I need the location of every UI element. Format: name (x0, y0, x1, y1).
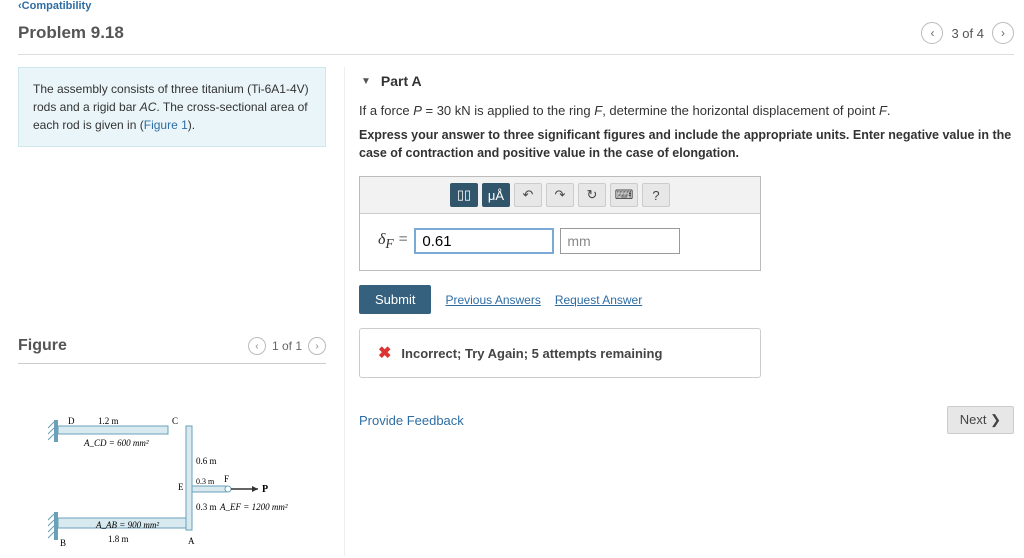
intro-text3: ). (188, 118, 195, 132)
answer-toolbar: ▯▯ μÅ ↶ ↷ ↻ ⌨ ? (360, 177, 760, 214)
request-answer-link[interactable]: Request Answer (555, 293, 642, 307)
figure-next-button[interactable]: › (308, 337, 326, 355)
svg-text:1.2 m: 1.2 m (98, 416, 119, 426)
svg-text:A_AB = 900 mm²: A_AB = 900 mm² (95, 520, 159, 530)
caret-down-icon: ▼ (361, 76, 371, 87)
feedback-text: Incorrect; Try Again; 5 attempts remaini… (401, 346, 662, 361)
svg-text:A: A (188, 536, 195, 546)
answer-instructions: Express your answer to three significant… (359, 126, 1014, 162)
feedback-message: ✖ Incorrect; Try Again; 5 attempts remai… (359, 328, 761, 378)
question-text: If a force P = 30 kN is applied to the r… (359, 103, 1014, 118)
part-a-header[interactable]: ▼ Part A (359, 67, 1014, 101)
prev-problem-button[interactable]: ‹ (921, 22, 943, 44)
template-icon[interactable]: ▯▯ (450, 183, 478, 207)
figure-diagram: D C B A E F P 1.2 m A_CD = 600 mm² 0.6 m… (18, 416, 326, 556)
problem-title: Problem 9.18 (18, 23, 124, 43)
figure-prev-button[interactable]: ‹ (248, 337, 266, 355)
keyboard-icon[interactable]: ⌨ (610, 183, 638, 207)
svg-text:1.8 m: 1.8 m (108, 534, 129, 544)
intro-bar: AC (140, 100, 157, 114)
svg-text:0.6 m: 0.6 m (196, 456, 217, 466)
svg-text:F: F (224, 474, 229, 484)
svg-text:D: D (68, 416, 75, 426)
help-icon[interactable]: ? (642, 183, 670, 207)
next-problem-button[interactable]: › (992, 22, 1014, 44)
part-a-label: Part A (381, 73, 422, 89)
svg-text:A_CD = 600 mm²: A_CD = 600 mm² (83, 438, 149, 448)
svg-text:0.3 m: 0.3 m (196, 477, 215, 486)
next-button[interactable]: Next ❯ (947, 406, 1014, 434)
undo-icon[interactable]: ↶ (514, 183, 542, 207)
svg-text:0.3 m: 0.3 m (196, 502, 217, 512)
previous-answers-link[interactable]: Previous Answers (445, 293, 540, 307)
figure-heading: Figure (18, 337, 67, 355)
breadcrumb[interactable]: ‹Compatibility (18, 0, 1014, 14)
problem-intro: The assembly consists of three titanium … (18, 67, 326, 147)
redo-icon[interactable]: ↷ (546, 183, 574, 207)
svg-text:P: P (262, 484, 268, 495)
problem-header: Problem 9.18 ‹ 3 of 4 › (18, 14, 1014, 55)
provide-feedback-link[interactable]: Provide Feedback (359, 413, 464, 428)
submit-button[interactable]: Submit (359, 285, 431, 314)
delta-label: δF = (378, 231, 408, 252)
reset-icon[interactable]: ↻ (578, 183, 606, 207)
incorrect-icon: ✖ (378, 343, 391, 363)
svg-text:E: E (178, 482, 184, 492)
figure-link[interactable]: Figure 1 (144, 118, 188, 132)
figure-position: 1 of 1 (272, 339, 302, 353)
svg-text:C: C (172, 416, 178, 426)
svg-text:B: B (60, 538, 66, 548)
answer-box: ▯▯ μÅ ↶ ↷ ↻ ⌨ ? δF = (359, 176, 761, 271)
answer-unit-input[interactable] (560, 228, 680, 254)
problem-position: 3 of 4 (951, 26, 984, 41)
svg-text:A_EF = 1200 mm²: A_EF = 1200 mm² (219, 502, 288, 512)
answer-value-input[interactable] (414, 228, 554, 254)
symbols-icon[interactable]: μÅ (482, 183, 510, 207)
